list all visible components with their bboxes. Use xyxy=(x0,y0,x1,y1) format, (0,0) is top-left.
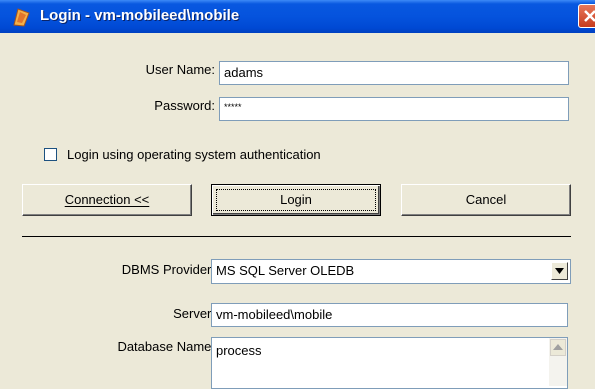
password-input[interactable]: ***** xyxy=(219,97,569,121)
dropdown-button[interactable] xyxy=(551,262,568,280)
password-label: Password: xyxy=(154,98,215,113)
window-title: Login - vm-mobileed\mobile xyxy=(40,7,240,24)
username-label: User Name: xyxy=(145,62,215,77)
username-input[interactable]: adams xyxy=(219,61,569,85)
cancel-button-label: Cancel xyxy=(465,192,507,207)
cancel-button[interactable]: Cancel xyxy=(401,184,571,216)
os-auth-checkbox[interactable] xyxy=(44,148,57,161)
provider-label: DBMS Provider: xyxy=(121,262,215,277)
server-input[interactable]: vm-mobileed\mobile xyxy=(211,303,568,327)
section-divider xyxy=(22,236,571,237)
provider-value: MS SQL Server OLEDB xyxy=(216,263,355,278)
server-label: Server: xyxy=(173,306,215,321)
scroll-up-button[interactable] xyxy=(550,339,566,356)
focus-indicator xyxy=(216,189,376,211)
connection-button[interactable]: Connection << xyxy=(22,184,192,216)
close-button[interactable] xyxy=(578,4,595,28)
database-value: process xyxy=(216,343,262,358)
database-scrollbar[interactable] xyxy=(549,338,567,386)
database-input[interactable]: process xyxy=(211,337,568,389)
window-titlebar[interactable]: Login - vm-mobileed\mobile xyxy=(0,0,595,33)
login-button[interactable]: Login xyxy=(211,184,381,216)
os-auth-label: Login using operating system authenticat… xyxy=(67,147,321,162)
database-label: Database Name: xyxy=(117,339,215,354)
connection-button-label: Connection << xyxy=(64,192,150,207)
provider-select[interactable]: MS SQL Server OLEDB xyxy=(211,259,571,284)
login-app-icon xyxy=(12,7,32,27)
